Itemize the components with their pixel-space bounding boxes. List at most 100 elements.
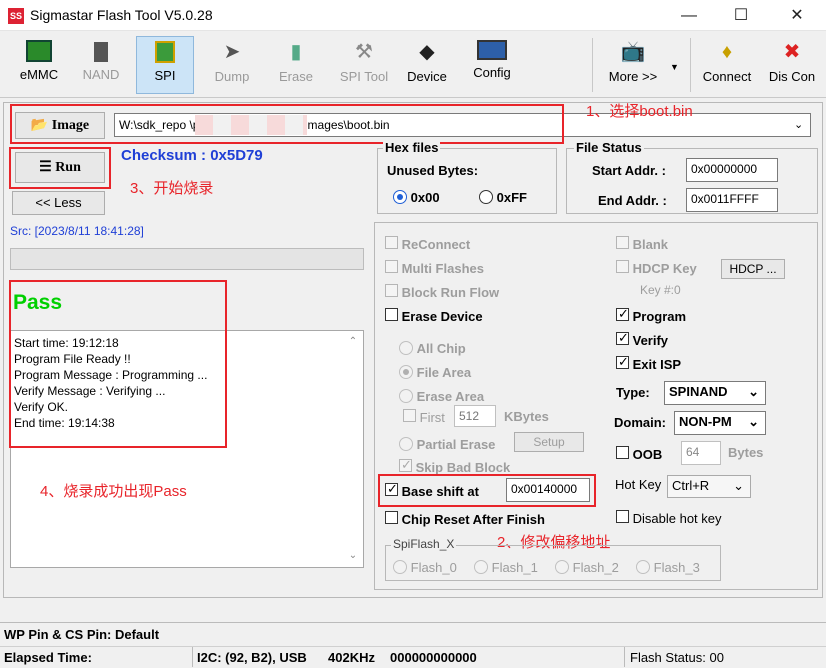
bytes-label: Bytes	[728, 445, 764, 460]
type-label: Type:	[616, 385, 650, 400]
tv-icon: 📺	[620, 41, 646, 63]
disconnect-icon: ✖	[783, 41, 801, 63]
dump-icon: ➤	[223, 41, 241, 63]
config-icon	[477, 40, 507, 60]
hot-key-label: Hot Key	[615, 477, 662, 492]
flash-status: Flash Status: 00	[630, 650, 724, 665]
annotation-box-1	[10, 104, 564, 144]
toolbar-separator	[690, 38, 691, 92]
device-button[interactable]: ◆ Device	[398, 36, 456, 94]
file-status-title: File Status	[574, 140, 644, 155]
radio-0x00[interactable]: 0x00	[393, 188, 440, 205]
reconnect-checkbox[interactable]: ReConnect	[385, 236, 470, 252]
oob-field[interactable]: 64	[681, 441, 721, 465]
spi-button[interactable]: SPI	[136, 36, 194, 94]
minimize-icon[interactable]: —	[664, 0, 714, 31]
partial-erase-radio[interactable]: Partial Erase	[399, 435, 495, 452]
hot-key-select[interactable]: Ctrl+R ⌄	[667, 475, 751, 498]
hdcp-key-checkbox[interactable]: HDCP Key	[616, 260, 697, 276]
window-title: Sigmastar Flash Tool V5.0.28	[30, 7, 213, 23]
i2c-status: I2C: (92, B2), USB	[197, 650, 307, 665]
erase-device-checkbox[interactable]: Erase Device	[385, 308, 483, 324]
spi-icon	[155, 41, 175, 63]
block-run-flow-checkbox[interactable]: Block Run Flow	[385, 284, 499, 300]
wp-pin-status: WP Pin & CS Pin: Default	[4, 627, 160, 642]
connect-icon: ♦	[721, 41, 733, 63]
annotation-4: 4、烧录成功出现Pass	[40, 483, 187, 500]
oob-checkbox[interactable]: OOB	[616, 446, 662, 462]
dump-button[interactable]: ➤ Dump	[203, 36, 261, 94]
chevron-down-icon: ⌄	[748, 384, 759, 399]
counter-status: 000000000000	[390, 650, 477, 665]
chip-reset-checkbox[interactable]: Chip Reset After Finish	[385, 511, 545, 527]
device-icon: ◆	[419, 41, 435, 63]
status-divider	[0, 646, 826, 647]
annotation-box-3	[9, 147, 111, 189]
file-area-radio[interactable]: File Area	[399, 363, 471, 380]
hdcp-button[interactable]: HDCP ...	[721, 259, 785, 279]
scroll-up-icon[interactable]: ⌃	[346, 336, 360, 347]
nand-button[interactable]: NAND	[72, 36, 130, 94]
erase-button[interactable]: ▮ Erase	[267, 36, 325, 94]
chevron-down-icon: ⌄	[748, 414, 759, 429]
blank-checkbox[interactable]: Blank	[616, 236, 668, 252]
less-button[interactable]: << Less	[12, 191, 105, 215]
emmc-button[interactable]: eMMC	[10, 36, 68, 94]
disable-hotkey-checkbox[interactable]: Disable hot key	[616, 510, 722, 526]
config-button[interactable]: Config	[463, 36, 521, 94]
spiflash-title: SpiFlash_X	[391, 537, 457, 551]
chevron-down-icon: ⌄	[733, 478, 744, 493]
chip-icon	[26, 40, 52, 62]
annotation-box-2	[378, 474, 596, 507]
all-chip-radio[interactable]: All Chip	[399, 339, 466, 356]
start-addr-label: Start Addr. :	[592, 163, 666, 178]
unused-bytes-label: Unused Bytes:	[387, 163, 479, 178]
domain-select[interactable]: NON-PM ⌄	[674, 411, 766, 435]
flash-2-radio[interactable]: Flash_2	[555, 558, 619, 575]
khz-status: 402KHz	[328, 650, 375, 665]
end-addr-field[interactable]: 0x0011FFFF	[686, 188, 778, 212]
verify-checkbox[interactable]: ✓ Verify	[616, 330, 668, 348]
elapsed-time-label: Elapsed Time:	[4, 650, 92, 665]
setup-button[interactable]: Setup	[514, 432, 584, 452]
first-value-field[interactable]: 512	[454, 405, 496, 427]
start-addr-field[interactable]: 0x00000000	[686, 158, 778, 182]
skip-bad-block-checkbox[interactable]: ✓ Skip Bad Block	[399, 457, 510, 475]
scroll-down-icon[interactable]: ⌄	[346, 550, 360, 561]
kbytes-label: KBytes	[504, 409, 549, 424]
exit-isp-checkbox[interactable]: ✓ Exit ISP	[616, 354, 681, 372]
radio-0xff[interactable]: 0xFF	[479, 188, 527, 205]
more-button[interactable]: 📺 More >>	[602, 36, 664, 94]
end-addr-label: End Addr. :	[598, 193, 667, 208]
status-divider	[0, 622, 826, 623]
annotation-3: 3、开始烧录	[130, 180, 214, 197]
key-label: Key #:0	[640, 283, 681, 297]
annotation-box-4	[9, 280, 227, 448]
flash-1-radio[interactable]: Flash_1	[474, 558, 538, 575]
status-divider	[624, 647, 625, 667]
annotation-1: 1、选择boot.bin	[586, 103, 693, 120]
erase-area-radio[interactable]: Erase Area	[399, 387, 484, 404]
hex-files-title: Hex files	[383, 140, 441, 155]
multi-flashes-checkbox[interactable]: Multi Flashes	[385, 260, 484, 276]
eraser-icon: ▮	[290, 41, 302, 63]
spi-tool-button[interactable]: ⚒ SPI Tool	[333, 36, 395, 94]
connect-button[interactable]: ♦ Connect	[697, 36, 757, 94]
toolbar-separator	[592, 38, 593, 92]
maximize-icon[interactable]: ☐	[716, 0, 766, 31]
program-checkbox[interactable]: ✓ Program	[616, 306, 686, 324]
src-timestamp: Src: [2023/8/11 18:41:28]	[10, 224, 144, 238]
dropdown-arrow-icon[interactable]: ▼	[670, 62, 679, 72]
close-icon[interactable]: ✕	[772, 0, 822, 31]
chevron-down-icon[interactable]: ⌄	[794, 118, 803, 131]
title-bar: SS Sigmastar Flash Tool V5.0.28 — ☐ ✕	[0, 0, 826, 31]
progress-bar	[10, 248, 364, 270]
app-icon: SS	[8, 8, 24, 24]
first-checkbox[interactable]: First	[403, 409, 445, 425]
disconnect-button[interactable]: ✖ Dis Con	[762, 36, 822, 94]
flash-0-radio[interactable]: Flash_0	[393, 558, 457, 575]
flash-3-radio[interactable]: Flash_3	[636, 558, 700, 575]
type-select[interactable]: SPINAND ⌄	[664, 381, 766, 405]
domain-label: Domain:	[614, 415, 666, 430]
tool-icon: ⚒	[355, 41, 373, 63]
